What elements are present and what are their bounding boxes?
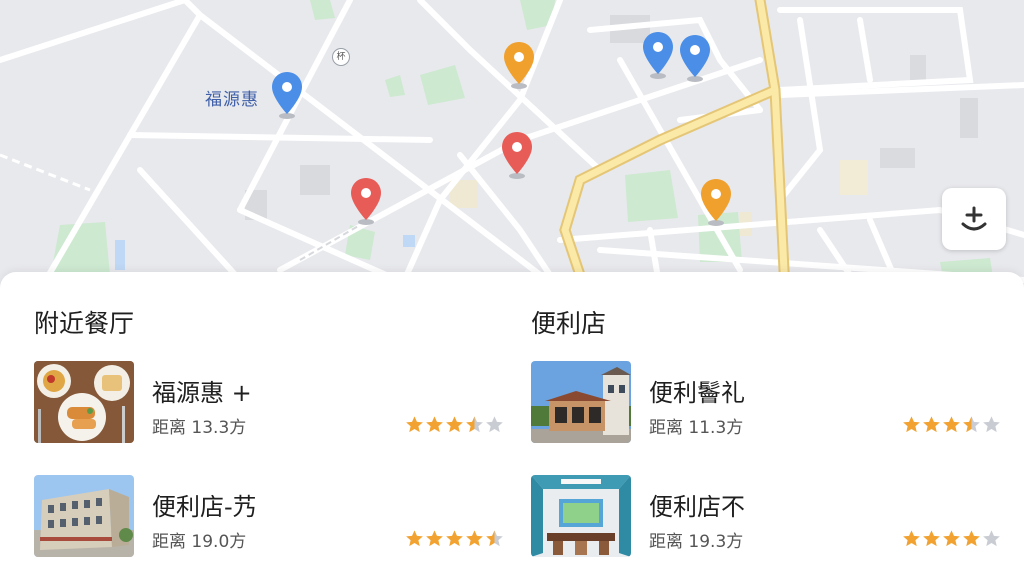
star-icon [486, 530, 503, 547]
item-name: 便利店不 [649, 493, 745, 521]
star-icon [943, 416, 960, 433]
item-distance: 距离 19.3方 [649, 532, 744, 552]
item-distance: 距离 11.3方 [649, 418, 744, 438]
star-icon [466, 530, 483, 547]
rating-stars [902, 415, 1001, 434]
star-icon [426, 530, 443, 547]
thumbnail-building [34, 475, 134, 557]
star-icon [963, 416, 980, 433]
map-pin-icon [680, 35, 710, 82]
star-icon [466, 416, 483, 433]
rating-stars [405, 415, 504, 434]
map-pin-icon [504, 42, 534, 89]
star-icon [983, 416, 1000, 433]
item-name: 便利鬠礼 [649, 379, 745, 407]
thumbnail-food [34, 361, 134, 443]
star-icon [446, 416, 463, 433]
item-name: 福源惠 + [152, 379, 252, 407]
map-pin-blue-2[interactable] [641, 30, 675, 80]
star-icon [446, 530, 463, 547]
map-pin-red-2[interactable] [349, 176, 383, 226]
rating-stars [902, 529, 1001, 548]
star-icon [903, 530, 920, 547]
map-pin-blue-3[interactable] [678, 33, 712, 83]
zoom-control-button[interactable] [942, 188, 1006, 250]
map-pin-blue-fuyuanhui[interactable] [270, 70, 304, 120]
list-item[interactable]: 便利店-艿 距离 19.0方 [34, 475, 504, 559]
star-icon [406, 530, 423, 547]
list-item[interactable]: 便利店不 距离 19.3方 [531, 475, 1001, 559]
map-pin-orange-1[interactable] [502, 40, 536, 90]
star-icon [923, 530, 940, 547]
star-icon [943, 530, 960, 547]
thumbnail-store [531, 361, 631, 443]
rating-stars [405, 529, 504, 548]
map-pin-orange-2[interactable] [699, 177, 733, 227]
results-sheet: 附近餐厅 福源惠 + 距离 13.3方 便利店-艿 距离 19.0方 便利店 便… [0, 272, 1024, 576]
map-label-fuyuanhui[interactable]: 福源惠 [205, 85, 259, 110]
map-pin-icon [351, 178, 381, 225]
list-item[interactable]: 便利鬠礼 距离 11.3方 [531, 361, 1001, 445]
star-icon [963, 530, 980, 547]
map-pin-icon [643, 32, 673, 79]
star-icon [983, 530, 1000, 547]
item-distance: 距离 13.3方 [152, 418, 247, 438]
thumbnail-interior [531, 475, 631, 557]
star-icon [406, 416, 423, 433]
star-icon [923, 416, 940, 433]
map-view[interactable]: 福源惠 杯 [0, 0, 1024, 290]
section-title: 便利店 [531, 309, 607, 338]
star-icon [426, 416, 443, 433]
item-distance: 距离 19.0方 [152, 532, 247, 552]
road-number-badge: 杯 [332, 48, 350, 66]
list-item[interactable]: 福源惠 + 距离 13.3方 [34, 361, 504, 445]
item-name: 便利店-艿 [152, 493, 257, 521]
star-icon [486, 416, 503, 433]
zoom-control-icon [961, 206, 987, 231]
map-pin-red-1[interactable] [500, 130, 534, 180]
section-title: 附近餐厅 [34, 309, 135, 338]
map-pin-icon [701, 179, 731, 226]
map-pin-icon [502, 132, 532, 179]
star-icon [903, 416, 920, 433]
map-pin-icon [272, 72, 302, 119]
